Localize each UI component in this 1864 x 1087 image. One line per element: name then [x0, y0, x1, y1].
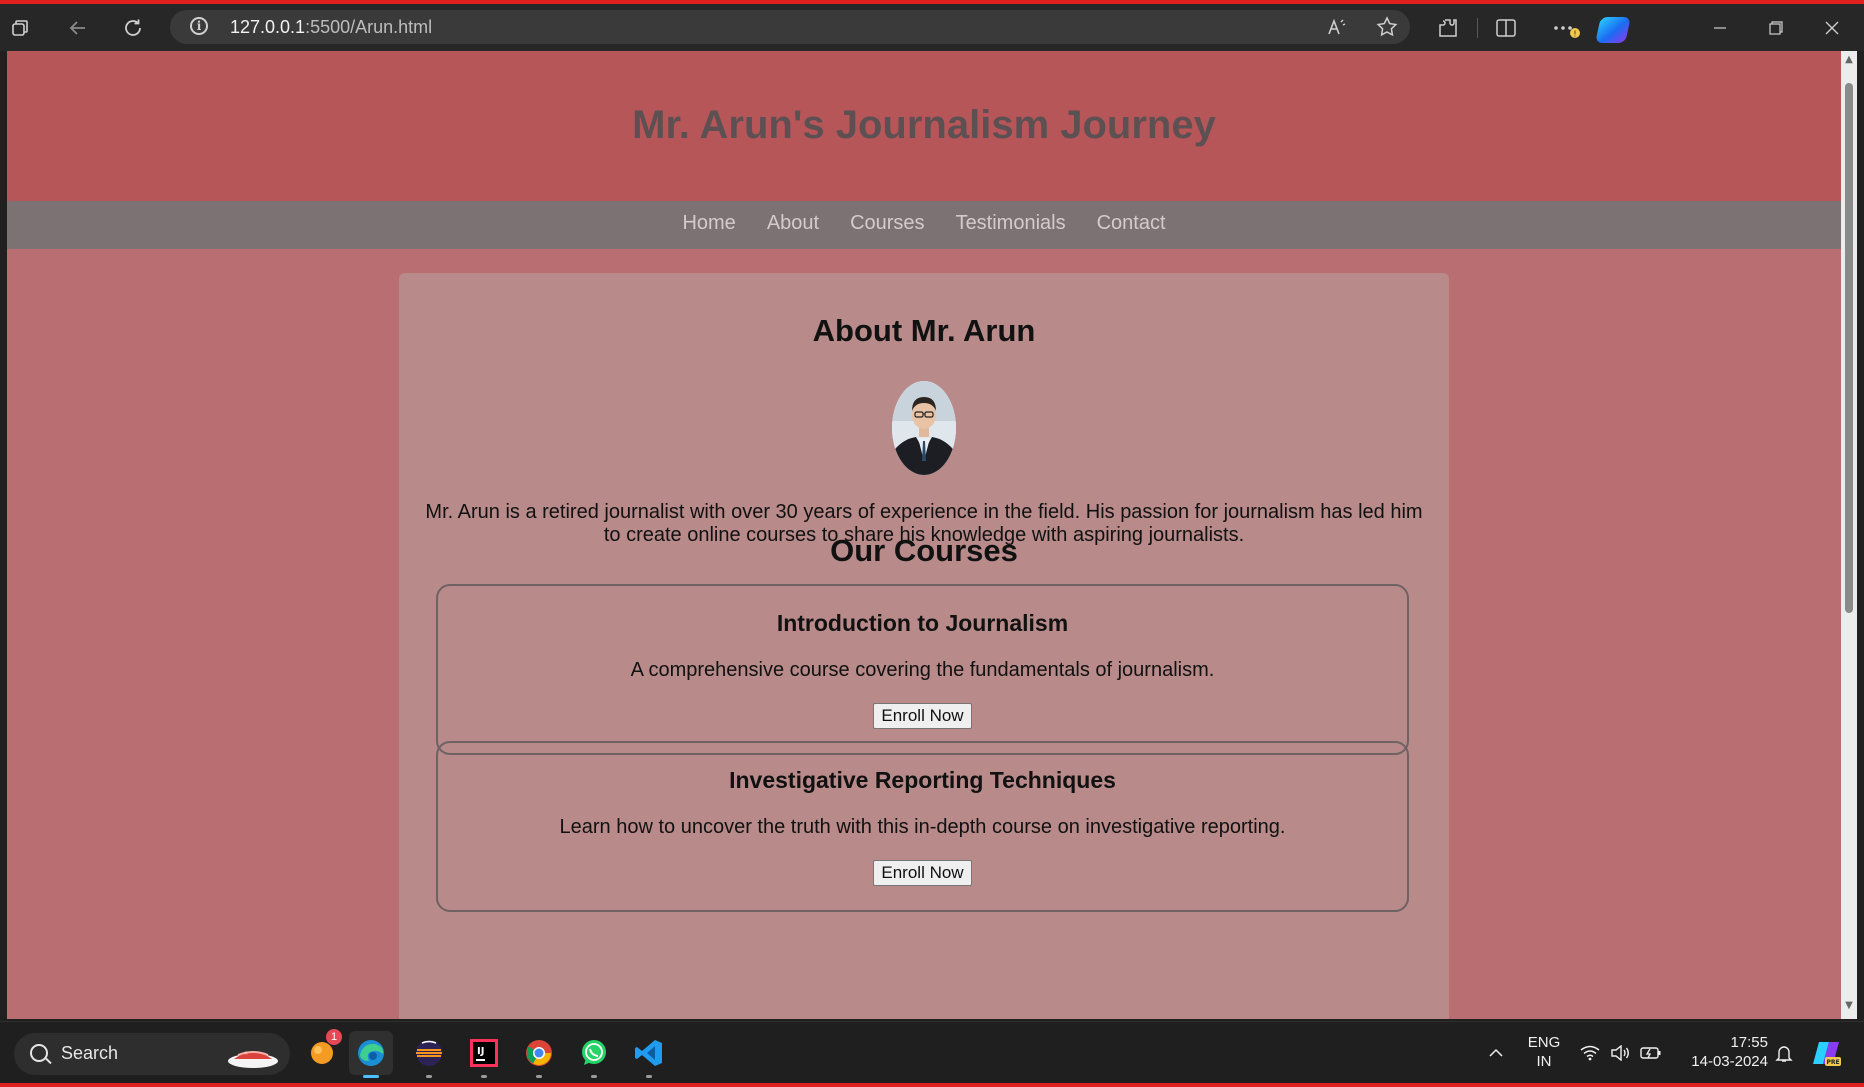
taskbar-app-vscode[interactable] [627, 1031, 671, 1078]
taskbar-app-weather[interactable]: 1 [300, 1029, 344, 1075]
page-viewport: Mr. Arun's Journalism Journey Home About… [7, 51, 1841, 1019]
refresh-icon[interactable] [115, 4, 151, 51]
taskbar-app-chrome[interactable] [517, 1031, 561, 1078]
search-label: Search [61, 1043, 119, 1063]
taskbar-app-whatsapp[interactable] [572, 1031, 616, 1078]
enroll-button[interactable]: Enroll Now [873, 703, 972, 729]
site-nav: Home About Courses Testimonials Contact [7, 201, 1841, 249]
back-arrow-icon[interactable] [60, 4, 96, 51]
course-description: A comprehensive course covering the fund… [630, 659, 1215, 681]
restore-icon[interactable] [1756, 4, 1796, 51]
courses-heading: Our Courses [830, 533, 1018, 568]
clock-time: 17:55 [1730, 1034, 1768, 1051]
nav-link-home[interactable]: Home [682, 212, 735, 235]
search-icon [30, 1044, 48, 1062]
address-bar[interactable]: i 127.0.0.1:5500/Arun.html [170, 10, 1410, 44]
enroll-button[interactable]: Enroll Now [873, 860, 972, 886]
taskbar-app-intellij[interactable]: IJ [462, 1031, 506, 1078]
volume-icon[interactable] [1608, 1022, 1632, 1084]
page-scrollbar[interactable]: ▲ ▼ [1841, 51, 1857, 1019]
clock-date: 14-03-2024 [1691, 1053, 1768, 1070]
nav-link-about[interactable]: About [767, 212, 819, 235]
minimize-icon[interactable] [1700, 4, 1740, 51]
clock[interactable]: 17:55 14-03-2024 [1672, 1034, 1768, 1070]
svg-text:IJ: IJ [477, 1046, 484, 1057]
read-aloud-icon[interactable] [1320, 10, 1354, 44]
close-icon[interactable] [1812, 4, 1852, 51]
taskbar-search[interactable]: Search [14, 1033, 290, 1075]
content-card: About Mr. Arun Mr. Arun is a retired jou… [399, 273, 1449, 1019]
course-description: Learn how to uncover the truth with this… [559, 816, 1286, 838]
nav-link-courses[interactable]: Courses [850, 212, 924, 235]
wifi-icon[interactable] [1578, 1022, 1602, 1084]
nav-link-testimonials[interactable]: Testimonials [956, 212, 1066, 235]
about-heading: About Mr. Arun [812, 313, 1036, 348]
copilot-icon[interactable] [1595, 17, 1631, 43]
course-card: Investigative Reporting Techniques Learn… [436, 741, 1409, 912]
favorite-star-icon[interactable] [1370, 10, 1404, 44]
scroll-up-arrow-icon[interactable]: ▲ [1843, 55, 1855, 65]
region-code: IN [1536, 1053, 1552, 1070]
battery-icon[interactable] [1638, 1022, 1664, 1084]
notification-badge: 1 [326, 1029, 342, 1045]
extensions-icon[interactable] [1430, 4, 1466, 51]
svg-text:PRE: PRE [1826, 1059, 1839, 1066]
windows-taskbar: Search 1 IJ ENG IN 17:55 14-03-2024 PRE [0, 1021, 1864, 1084]
site-header: Mr. Arun's Journalism Journey [7, 51, 1841, 201]
nav-link-contact[interactable]: Contact [1097, 212, 1166, 235]
notifications-icon[interactable] [1770, 1022, 1798, 1084]
search-highlight-icon [228, 1051, 278, 1068]
site-info-icon[interactable]: i [190, 17, 208, 35]
scroll-down-arrow-icon[interactable]: ▼ [1843, 1001, 1855, 1011]
svg-text:!: ! [1573, 29, 1576, 38]
copilot-taskbar-icon[interactable]: PRE [1808, 1022, 1844, 1084]
scrollbar-thumb[interactable] [1845, 83, 1853, 613]
show-hidden-icons-chevron-icon[interactable] [1484, 1022, 1508, 1084]
browser-toolbar: i 127.0.0.1:5500/Arun.html ! [0, 4, 1864, 51]
language-indicator[interactable]: ENG IN [1522, 1034, 1566, 1070]
course-title: Introduction to Journalism [776, 610, 1069, 636]
window-bottom-border [0, 1083, 1864, 1087]
taskbar-app-edge[interactable] [349, 1031, 393, 1078]
workspaces-icon[interactable] [4, 4, 36, 51]
more-options-icon[interactable]: ! [1546, 4, 1586, 51]
url-text[interactable]: 127.0.0.1:5500/Arun.html [230, 17, 432, 38]
course-title: Investigative Reporting Techniques [729, 767, 1116, 793]
course-card: Introduction to Journalism A comprehensi… [436, 584, 1409, 755]
taskbar-app-eclipse[interactable] [407, 1031, 451, 1078]
profile-photo [892, 381, 956, 475]
site-title: Mr. Arun's Journalism Journey [632, 103, 1216, 147]
split-screen-icon[interactable] [1488, 4, 1524, 51]
language-code: ENG [1527, 1034, 1561, 1051]
